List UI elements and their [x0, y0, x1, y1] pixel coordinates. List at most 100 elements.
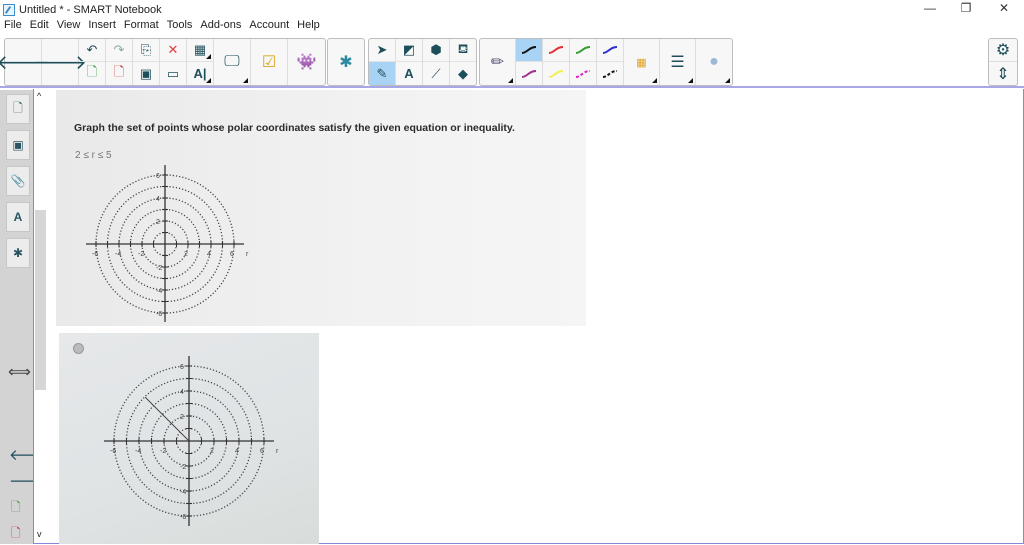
- menu-insert[interactable]: Insert: [84, 19, 120, 35]
- gallery-tab[interactable]: ▣: [6, 130, 30, 160]
- pen-color-3[interactable]: [597, 39, 623, 63]
- save-button[interactable]: ▣: [133, 62, 159, 85]
- pen-stroke-icon: [521, 46, 537, 54]
- color-palette-button[interactable]: ▦: [624, 39, 660, 85]
- attachments-tab[interactable]: 📎: [6, 166, 30, 196]
- menu-file[interactable]: File: [0, 19, 26, 35]
- minimize-button[interactable]: —: [910, 1, 950, 15]
- add-page-button[interactable]: 🗋: [79, 62, 105, 85]
- page-canvas[interactable]: ^ v Graph the set of points whose polar …: [33, 89, 1024, 544]
- close-button[interactable]: ✕: [984, 1, 1024, 15]
- pen-color-2[interactable]: [570, 39, 596, 63]
- restore-button[interactable]: ❐: [946, 1, 986, 15]
- gallery-icon: ▣: [12, 138, 24, 152]
- menu-view[interactable]: View: [53, 19, 85, 35]
- pen-color-1[interactable]: [543, 39, 569, 63]
- text-button[interactable]: A: [396, 62, 422, 85]
- menu-tools[interactable]: Tools: [163, 19, 197, 35]
- move-toolbar-button[interactable]: ⇕: [989, 62, 1017, 85]
- delete-page-button[interactable]: 🗋: [106, 62, 132, 85]
- pen-color-4[interactable]: [516, 62, 542, 85]
- y-tick-label: -4: [156, 288, 162, 295]
- vertical-scrollbar[interactable]: ^ v: [34, 89, 47, 543]
- scroll-down-icon[interactable]: v: [37, 529, 42, 539]
- vertical-arrows-icon: ⇕: [996, 65, 1010, 83]
- checkbox-icon: ☑: [261, 54, 277, 71]
- select-tools-group: ➤ ✎ ◩ A ⬢ ⟋ ⛾ ◆: [368, 38, 477, 86]
- eraser-button[interactable]: ◆: [450, 62, 476, 85]
- response-button[interactable]: ☑: [251, 39, 288, 85]
- table-icon: ▦: [193, 42, 207, 57]
- pen-color-0[interactable]: [516, 39, 542, 63]
- fill-button[interactable]: ⛾: [450, 39, 476, 63]
- redo-button[interactable]: ↷: [106, 39, 132, 63]
- scroll-up-icon[interactable]: ^: [37, 91, 41, 101]
- pens-button[interactable]: ✎: [369, 62, 395, 85]
- x-tick-label: 6: [230, 251, 234, 258]
- answer-radio-button[interactable]: [73, 343, 84, 354]
- y-tick-label: -4: [180, 489, 186, 496]
- shapes-button[interactable]: ◩: [396, 39, 422, 63]
- gear-icon: ⚙: [995, 42, 1011, 59]
- title-bar: Untitled * - SMART Notebook — ❐ ✕: [0, 0, 1024, 19]
- x-tick-label: -4: [135, 448, 141, 455]
- answer-option-photo[interactable]: -6 -6 -4 -4 -2 -2 2 2 4 4 6 6 r: [59, 333, 319, 544]
- x-tick-label: -6: [110, 448, 116, 455]
- line-icon: ⟋: [431, 65, 441, 81]
- line-button[interactable]: ⟋: [423, 62, 449, 85]
- full-screen-button[interactable]: ▭: [160, 62, 186, 85]
- axis-letter: r: [276, 448, 279, 455]
- inequality-text: 2 ≤ r ≤ 5: [75, 150, 112, 161]
- y-tick-label: -6: [180, 514, 186, 521]
- effects-button[interactable]: ●: [696, 39, 732, 85]
- pen-stroke-icon: [575, 69, 591, 78]
- delete-button[interactable]: ✕: [160, 39, 186, 63]
- menu-addons[interactable]: Add-ons: [196, 19, 245, 35]
- next-page-button[interactable]: 🡒: [33, 39, 87, 85]
- x-tick-label: 4: [235, 448, 239, 455]
- lab-button[interactable]: 👾: [288, 39, 325, 85]
- eraser-icon: ◆: [458, 65, 468, 81]
- shapes-icon: ◩: [402, 42, 416, 57]
- settings-button[interactable]: ⚙: [989, 39, 1017, 62]
- delete-icon: ✕: [167, 42, 179, 57]
- menu-format[interactable]: Format: [120, 19, 163, 35]
- screen-shade-button[interactable]: 🖵: [214, 39, 251, 85]
- line-style-button[interactable]: ☰: [660, 39, 696, 85]
- properties-tab[interactable]: A: [6, 202, 30, 232]
- regular-polygon-button[interactable]: ⬢: [423, 39, 449, 63]
- question-photo[interactable]: Graph the set of points whose polar coor…: [56, 90, 586, 326]
- sidebar-add-page[interactable]: 🗋: [11, 498, 21, 519]
- menu-help[interactable]: Help: [293, 19, 324, 35]
- addons-button[interactable]: ✱: [328, 39, 364, 85]
- select-button[interactable]: ➤: [369, 39, 395, 63]
- pen-color-7[interactable]: [597, 62, 623, 85]
- table-button[interactable]: ▦: [187, 39, 213, 63]
- undo-button[interactable]: ↶: [79, 39, 105, 63]
- pen-stroke-icon: [548, 46, 564, 54]
- text-recognition-icon: A|: [193, 66, 207, 81]
- palette-icon: ▦: [636, 56, 647, 69]
- x-tick-label: 2: [184, 251, 188, 258]
- resize-sidebar-handle[interactable]: ⟺: [8, 362, 31, 382]
- menu-edit[interactable]: Edit: [26, 19, 53, 35]
- addons-tab[interactable]: ✱: [6, 238, 30, 268]
- pen-color-5[interactable]: [543, 62, 569, 85]
- handwriting-button[interactable]: A|: [187, 62, 213, 85]
- monster-icon: 👾: [296, 54, 317, 71]
- pen-button[interactable]: ✏: [480, 39, 516, 85]
- monitor-icon: 🖵: [224, 53, 240, 70]
- bubble-icon: ●: [709, 53, 719, 70]
- paste-icon: ⎘: [140, 42, 152, 57]
- menu-account[interactable]: Account: [245, 19, 293, 35]
- paste-button[interactable]: ⎘: [133, 39, 159, 63]
- properties-icon: A: [13, 210, 23, 224]
- pen-color-6[interactable]: [570, 62, 596, 85]
- pen-group: ✏ ▦ ☰ ●: [479, 38, 733, 86]
- pen-stroke-icon: [575, 46, 591, 54]
- scrollbar-thumb[interactable]: [35, 210, 46, 390]
- redo-icon: ↷: [113, 42, 125, 57]
- sidebar-delete-page[interactable]: 🗋: [11, 524, 21, 545]
- y-tick-label: 6: [156, 173, 160, 180]
- page-sorter-tab[interactable]: 🗋: [6, 94, 30, 124]
